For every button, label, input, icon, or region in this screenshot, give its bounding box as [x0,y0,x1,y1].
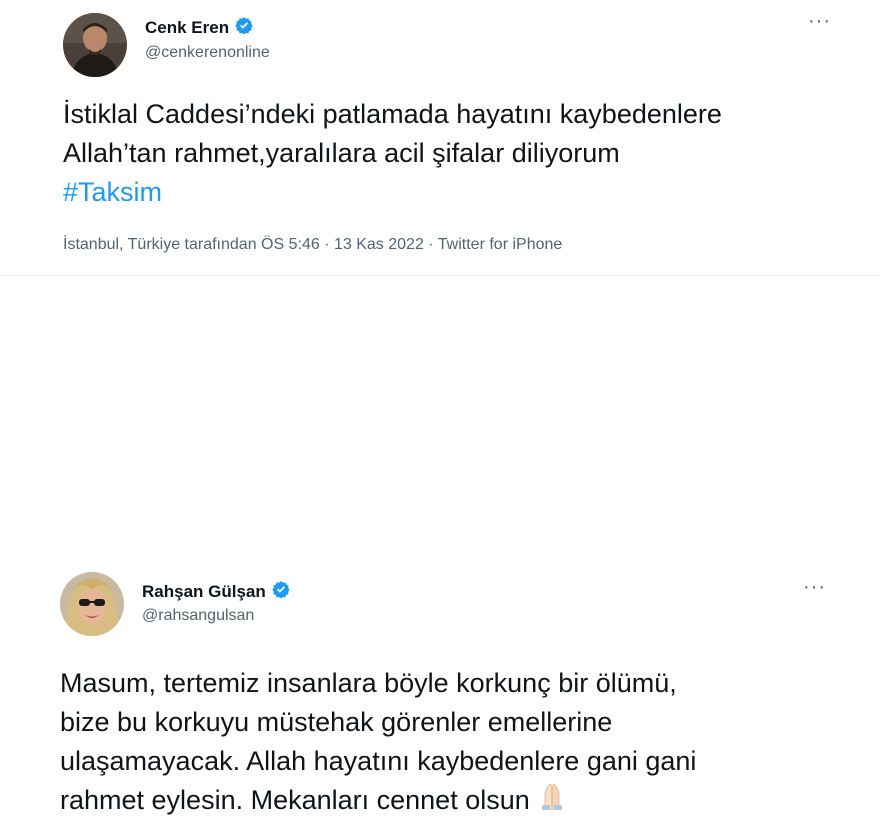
author-name-row: Cenk Eren [145,16,253,39]
author-name[interactable]: Rahşan Gülşan [142,582,266,602]
separator: · [428,236,434,253]
avatar[interactable] [63,13,127,77]
tweet-text-line: Allah’tan rahmet,yaralılara acil şifalar… [63,138,620,168]
avatar[interactable] [60,572,124,636]
source-link[interactable]: Twitter for iPhone [438,236,563,253]
separator: · [324,236,330,253]
verified-badge-icon [272,580,290,603]
more-icon[interactable]: ··· [808,11,831,31]
date-link[interactable]: 13 Kas 2022 [334,236,424,253]
tweet-text-segment: rahmet eylesin. Mekanları cennet olsun [60,785,530,815]
tweet-text-line: İstiklal Caddesi’ndeki patlamada hayatın… [63,99,722,129]
verified-badge-icon [235,16,253,39]
tweet-metadata: İstanbul, Türkiye tarafından ÖS 5:46 · 1… [63,236,562,254]
author-name[interactable]: Cenk Eren [145,18,229,38]
tweet-text-line: rahmet eylesin. Mekanları cennet olsun [60,781,850,822]
author-name-row: Rahşan Gülşan [142,580,290,603]
tweet-text: Masum, tertemiz insanlara böyle korkunç … [60,664,850,822]
tweet-text-line: ulaşamayacak. Allah hayatını kaybedenler… [60,746,697,776]
tweet-text-line: bize bu korkuyu müstehak görenler emelle… [60,707,613,737]
location-time-link[interactable]: İstanbul, Türkiye tarafından ÖS 5:46 [63,236,320,253]
tweet-cenk-eren[interactable]: Cenk Eren @cenkerenonline ··· İstiklal C… [0,0,880,276]
tweet-text-line: Masum, tertemiz insanlara böyle korkunç … [60,668,677,698]
folded-hands-icon [536,781,568,822]
tweet-text: İstiklal Caddesi’ndeki patlamada hayatın… [63,95,853,212]
more-icon[interactable]: ··· [803,577,826,597]
author-handle[interactable]: @rahsangulsan [142,607,254,625]
hashtag-link[interactable]: #Taksim [63,173,853,212]
author-handle[interactable]: @cenkerenonline [145,44,270,62]
tweet-rahsan-gulsan[interactable]: Rahşan Gülşan @rahsangulsan ··· Masum, t… [0,276,880,815]
